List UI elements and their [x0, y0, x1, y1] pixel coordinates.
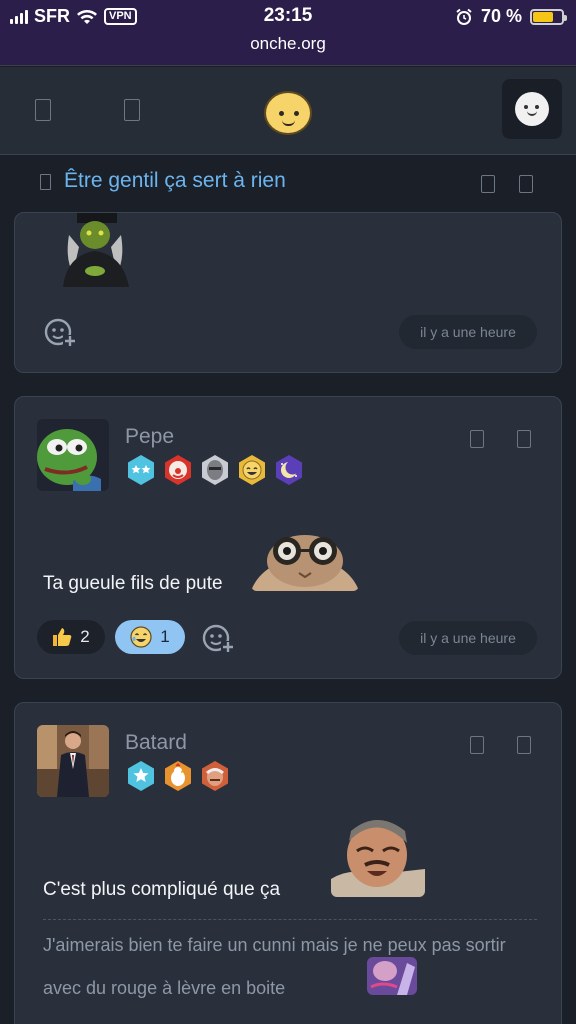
post-text: Ta gueule fils de pute	[43, 573, 223, 594]
clown-badge-icon	[165, 455, 191, 485]
battery-icon	[530, 8, 567, 25]
post-card: Pepe Ta gueule fils de pute 2 1 il y a u…	[14, 396, 562, 679]
post-timestamp: il y a une heure	[399, 315, 537, 349]
laughing-man-sticker-image	[331, 817, 425, 897]
topic-icon	[40, 174, 51, 190]
post-action-icon[interactable]	[517, 736, 531, 754]
face-badge-icon	[202, 455, 228, 485]
post-card: Batard C'est plus compliqué que ça J'aim…	[14, 702, 562, 1024]
topic-title[interactable]: Être gentil ça sert à rien	[64, 169, 286, 193]
onche-logo[interactable]	[264, 91, 312, 135]
avatar-face-icon	[515, 92, 549, 126]
status-bar: SFR VPN 23:15 70 % onche.org	[0, 0, 576, 66]
reaction-laughing[interactable]: 1	[115, 620, 185, 654]
url-label[interactable]: onche.org	[0, 34, 576, 54]
battery-fill	[533, 11, 553, 22]
topic-action-icon[interactable]	[481, 175, 495, 193]
search-icon[interactable]	[124, 99, 140, 121]
lipstick-sticker-image	[367, 957, 417, 995]
star-badge-icon	[128, 761, 154, 791]
moon-badge-icon	[276, 455, 302, 485]
laughing-badge-icon	[239, 455, 265, 485]
user-avatar-button[interactable]	[502, 79, 562, 139]
post-timestamp: il y a une heure	[399, 621, 537, 655]
menu-icon[interactable]	[35, 99, 51, 121]
reaction-count: 2	[80, 627, 90, 646]
username[interactable]: Pepe	[125, 425, 174, 449]
user-badges	[125, 760, 231, 792]
topic-action-icon[interactable]	[519, 175, 533, 193]
topic-bar: Être gentil ça sert à rien	[0, 156, 576, 208]
post-text: C'est plus compliqué que ça	[43, 879, 281, 900]
chicken-badge-icon	[165, 761, 191, 791]
reaction-count: 1	[160, 627, 170, 646]
cat-sticker-image	[251, 535, 359, 591]
quoted-text: J'aimerais bien te faire un cunni mais j…	[43, 935, 506, 998]
post-action-icon[interactable]	[470, 430, 484, 448]
battery-percent: 70 %	[480, 6, 522, 26]
add-reaction-icon[interactable]	[43, 317, 77, 347]
post-action-icon[interactable]	[517, 430, 531, 448]
reaction-thumbs-up[interactable]: 2	[37, 620, 105, 654]
thumbs-up-icon	[53, 628, 72, 646]
top-navbar	[0, 67, 576, 155]
alarm-icon	[456, 8, 472, 25]
post-card: il y a une heure	[14, 212, 562, 373]
star-badge-icon	[128, 455, 154, 485]
post-action-icon[interactable]	[470, 736, 484, 754]
user-badges	[125, 454, 305, 486]
user-avatar-pepe[interactable]	[37, 419, 109, 491]
add-reaction-icon[interactable]	[201, 623, 235, 653]
face-badge-icon	[202, 761, 228, 791]
username[interactable]: Batard	[125, 731, 187, 755]
user-avatar-batard[interactable]	[37, 725, 109, 797]
laughing-emoji-icon	[130, 626, 152, 648]
status-right: 70 %	[455, 6, 567, 27]
witch-sticker-image	[47, 213, 145, 287]
quote-separator	[43, 919, 537, 920]
